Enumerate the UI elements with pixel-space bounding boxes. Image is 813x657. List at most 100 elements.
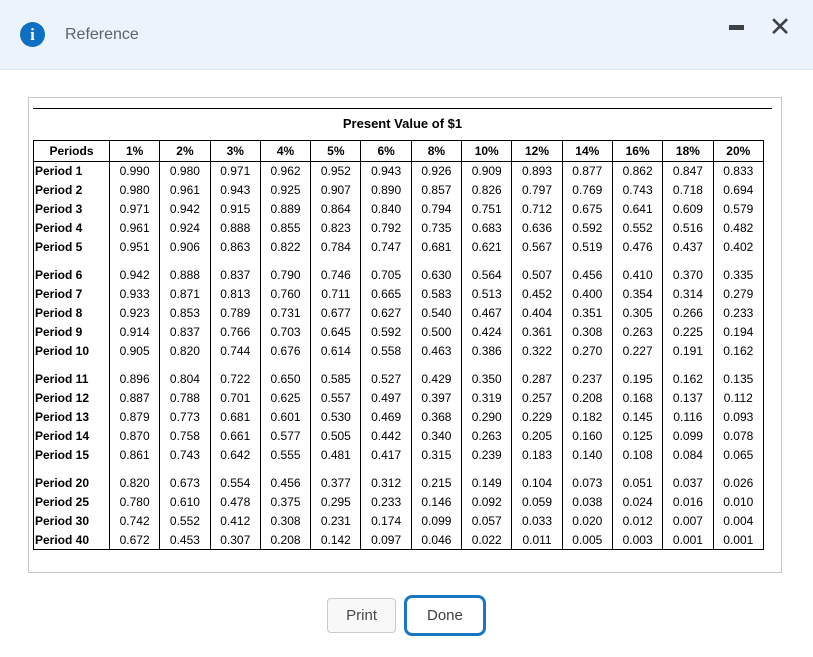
pv-value-cell: 0.437 — [662, 237, 714, 257]
pv-value-cell: 0.630 — [410, 265, 463, 285]
pv-value-cell: 0.308 — [561, 322, 613, 342]
pv-value-cell: 0.467 — [461, 303, 513, 323]
gap-cell — [511, 464, 563, 474]
pv-value-cell: 0.335 — [712, 265, 765, 285]
table-row: Period 10 0.905 0.820 0.744 0.676 0.614 0.558 0… — [33, 341, 765, 361]
pv-value-cell: 0.961 — [159, 180, 211, 200]
pv-value-cell: 0.971 — [209, 161, 261, 181]
table-row: Period 4 0.961 0.924 0.888 0.855 0.823 0.792 0.… — [33, 218, 765, 238]
pv-table-body: Period 1 0.990 0.980 0.971 0.962 0.952 0.943 0.… — [33, 161, 765, 550]
pv-value-cell: 0.097 — [360, 530, 412, 550]
gap-cell — [159, 360, 211, 370]
pv-value-cell: 0.397 — [410, 388, 463, 408]
pv-value-cell: 0.676 — [259, 341, 312, 361]
window-controls: ✕ — [723, 12, 795, 42]
pv-value-cell: 0.205 — [511, 426, 563, 446]
pv-value-cell: 0.516 — [662, 218, 714, 238]
pv-value-cell: 0.065 — [712, 445, 765, 465]
pv-value-cell: 0.174 — [360, 511, 412, 531]
pv-value-cell: 0.773 — [159, 407, 211, 427]
pv-value-cell: 0.453 — [159, 530, 211, 550]
pv-value-cell: 0.943 — [209, 180, 261, 200]
pv-value-cell: 0.925 — [259, 180, 312, 200]
table-row: Period 30 0.742 0.552 0.412 0.308 0.231 0.174 0… — [33, 511, 765, 531]
pv-value-cell: 0.592 — [561, 218, 613, 238]
pv-value-cell: 0.650 — [259, 369, 312, 389]
pv-value-cell: 0.621 — [461, 237, 513, 257]
period-label: Period 13 — [33, 407, 110, 427]
pv-value-cell: 0.424 — [461, 322, 513, 342]
pv-value-cell: 0.370 — [662, 265, 714, 285]
pv-value-cell: 0.469 — [360, 407, 412, 427]
close-button[interactable]: ✕ — [765, 12, 795, 42]
pv-value-cell: 0.001 — [662, 530, 714, 550]
gap-cell — [259, 464, 312, 474]
gap-cell — [662, 256, 714, 266]
pv-value-cell: 0.933 — [108, 284, 161, 304]
pv-value-cell: 0.507 — [511, 265, 563, 285]
gap-cell — [360, 360, 412, 370]
pv-value-cell: 0.452 — [511, 284, 563, 304]
pv-value-cell: 0.552 — [159, 511, 211, 531]
period-label: Period 10 — [33, 341, 110, 361]
pv-value-cell: 0.500 — [410, 322, 463, 342]
pv-value-cell: 0.519 — [561, 237, 613, 257]
pv-value-cell: 0.287 — [511, 369, 563, 389]
pv-value-cell: 0.001 — [712, 530, 765, 550]
pv-value-cell: 0.889 — [259, 199, 312, 219]
pv-value-cell: 0.160 — [561, 426, 613, 446]
pv-value-cell: 0.513 — [461, 284, 513, 304]
pv-value-cell: 0.703 — [259, 322, 312, 342]
pv-value-cell: 0.231 — [310, 511, 362, 531]
gap-cell — [209, 256, 261, 266]
pv-value-cell: 0.037 — [662, 473, 714, 493]
table-top-rule — [33, 108, 772, 109]
pv-value-cell: 0.675 — [561, 199, 613, 219]
gap-cell — [712, 256, 765, 266]
pv-value-cell: 0.820 — [159, 341, 211, 361]
pv-value-cell: 0.735 — [410, 218, 463, 238]
period-label: Period 20 — [33, 473, 110, 493]
pv-value-cell: 0.555 — [259, 445, 312, 465]
done-button[interactable]: Done — [403, 595, 486, 636]
pv-value-cell: 0.942 — [159, 199, 211, 219]
pv-value-cell: 0.906 — [159, 237, 211, 257]
rate-column-header: 14% — [561, 140, 613, 162]
rate-column-header: 1% — [108, 140, 161, 162]
pv-value-cell: 0.862 — [611, 161, 664, 181]
pv-value-cell: 0.971 — [108, 199, 161, 219]
table-row: Period 7 0.933 0.871 0.813 0.760 0.711 0.665 0.… — [33, 284, 765, 304]
pv-value-cell: 0.661 — [209, 426, 261, 446]
rate-column-header: 8% — [410, 140, 463, 162]
pv-value-cell: 0.368 — [410, 407, 463, 427]
pv-value-cell: 0.145 — [611, 407, 664, 427]
pv-value-cell: 0.722 — [209, 369, 261, 389]
print-button[interactable]: Print — [327, 598, 396, 633]
period-label: Period 2 — [33, 180, 110, 200]
pv-value-cell: 0.822 — [259, 237, 312, 257]
pv-value-cell: 0.263 — [611, 322, 664, 342]
pv-value-cell: 0.026 — [712, 473, 765, 493]
gap-cell — [33, 464, 110, 474]
period-label: Period 1 — [33, 161, 110, 181]
pv-value-cell: 0.478 — [209, 492, 261, 512]
pv-value-cell: 0.104 — [511, 473, 563, 493]
table-row: Period 2 0.980 0.961 0.943 0.925 0.907 0.890 0.… — [33, 180, 765, 200]
gap-cell — [310, 256, 362, 266]
pv-value-cell: 0.191 — [662, 341, 714, 361]
pv-value-cell: 0.601 — [259, 407, 312, 427]
gap-cell — [159, 256, 211, 266]
pv-value-cell: 0.990 — [108, 161, 161, 181]
gap-cell — [410, 464, 463, 474]
pv-value-cell: 0.871 — [159, 284, 211, 304]
group-gap-row — [33, 360, 765, 370]
pv-value-cell: 0.417 — [360, 445, 412, 465]
pv-value-cell: 0.554 — [209, 473, 261, 493]
pv-value-cell: 0.609 — [662, 199, 714, 219]
table-wrap: Present Value of $1 Periods 1% 2% 3% 4% 5% 6% 8… — [33, 108, 772, 550]
pv-value-cell: 0.305 — [611, 303, 664, 323]
pv-value-cell: 0.592 — [360, 322, 412, 342]
rate-column-header: 2% — [159, 140, 211, 162]
minimize-button[interactable] — [723, 14, 749, 40]
pv-value-cell: 0.263 — [461, 426, 513, 446]
